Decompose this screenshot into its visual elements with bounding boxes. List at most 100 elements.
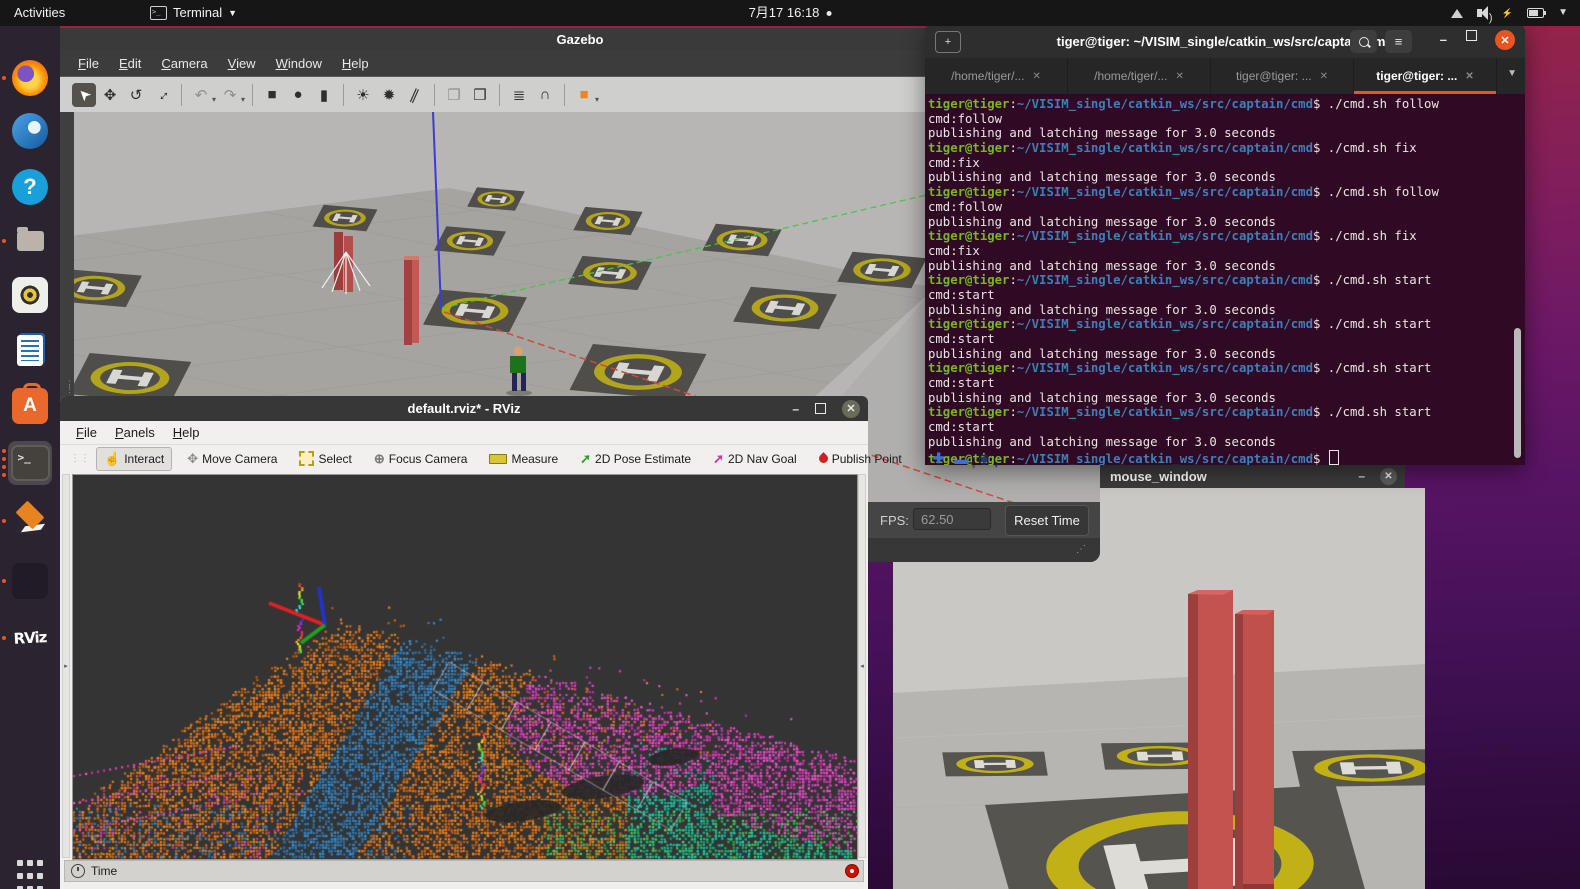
rviz-maximize-button[interactable] [815,403,826,414]
terminal-window: + tiger@tiger: ~/VISIM_single/catkin_ws/… [925,24,1525,465]
tool-2d-nav-goal[interactable]: ➚2D Nav Goal [706,448,804,470]
running-indicator [2,219,6,263]
rviz-title: default.rviz* - RViz [408,401,521,416]
paste-icon[interactable]: ❒ [468,83,492,107]
dock-item-terminal[interactable]: >_ [8,441,52,485]
dock-item-libreoffice-writer[interactable] [8,328,52,372]
translate-icon[interactable]: ✥ [98,83,122,107]
dock-item-gazebo[interactable] [8,499,52,543]
terminal-output-line: publishing and latching message for 3.0 … [928,170,1525,185]
tab-close-icon[interactable]: ✕ [1175,71,1183,82]
rviz-titlebar[interactable]: default.rviz* - RViz – ✕ [60,396,868,421]
scale-icon[interactable]: ↔ [150,83,174,107]
mouse-window-close-button[interactable]: ✕ [1380,468,1397,485]
tool-label: Focus Camera [389,452,468,466]
terminal-tab-1[interactable]: /home/tiger/...✕ [925,58,1068,94]
copy-icon[interactable]: ❐ [442,83,466,107]
terminal-scrollbar[interactable] [1514,328,1521,458]
time-panel-close-icon[interactable] [845,864,859,878]
dock-item-ubuntu-software[interactable]: A [8,384,52,428]
terminal-titlebar[interactable]: + tiger@tiger: ~/VISIM_single/catkin_ws/… [925,24,1525,58]
terminal-tab-2[interactable]: /home/tiger/...✕ [1068,58,1211,94]
search-button[interactable] [1350,30,1377,53]
camera-type-button[interactable]: ◉▾ [978,451,989,467]
view-angle-icon[interactable]: ■ [572,83,596,107]
directional-light-icon[interactable]: ∥ [403,83,427,107]
terminal-output[interactable]: tiger@tiger:~/VISIM_single/catkin_ws/src… [925,94,1525,465]
tool-select[interactable]: Select [292,448,358,469]
terminal-output-line: publishing and latching message for 3.0 … [928,347,1525,362]
gazebo-menu-file[interactable]: File [70,54,107,73]
tool-measure[interactable]: Measure [482,449,565,469]
terminal-prompt-line: tiger@tiger:~/VISIM_single/catkin_ws/src… [928,141,1525,156]
clock[interactable]: 7月17 16:18 [749,0,832,26]
tool-focus-camera[interactable]: ⊕Focus Camera [367,448,475,470]
terminal-tab-4[interactable]: tiger@tiger: ...✕ [1354,58,1497,94]
toolbar-handle[interactable]: ⋮⋮ [70,453,90,464]
terminal-close-button[interactable]: ✕ [1495,30,1515,50]
rviz-minimize-button[interactable]: – [792,402,799,416]
terminal-tab-3[interactable]: tiger@tiger: ...✕ [1211,58,1354,94]
align-icon[interactable]: ≣ [507,83,531,107]
terminal-minimize-button[interactable]: – [1440,32,1447,47]
cylinder-icon[interactable]: ▮ [312,83,336,107]
app-menu[interactable]: >_ Terminal ▼ [150,0,237,26]
tab-close-icon[interactable]: ✕ [1320,71,1328,82]
undo-icon-dropdown[interactable]: ▾ [212,95,216,104]
views-panel-collapse-handle[interactable]: ◂ [858,474,866,858]
new-tab-button[interactable]: + [935,31,961,53]
tab-close-icon[interactable]: ✕ [1465,71,1473,82]
terminal-output-line: cmd:start [928,332,1525,347]
time-panel-header[interactable]: Time [64,860,864,882]
rotate-icon[interactable]: ↺ [124,83,148,107]
terminal-maximize-button[interactable] [1466,30,1477,41]
gazebo-menu-edit[interactable]: Edit [111,54,149,73]
gazebo-menu-view[interactable]: View [220,54,264,73]
charging-icon: ⚡ [1502,0,1513,26]
spot-light-icon[interactable]: ✹ [377,83,401,107]
add-tool-button[interactable]: ✚ [933,450,945,467]
dock-item-firefox[interactable] [8,56,52,100]
rviz-menu-panels[interactable]: Panels [107,423,163,442]
dock: ? A >_ RViz [0,26,60,889]
redo-icon[interactable]: ↷ [218,83,242,107]
activities-button[interactable]: Activities [14,0,65,26]
terminal-prompt-line: tiger@tiger:~/VISIM_single/catkin_ws/src… [928,405,1525,420]
dock-item-thunderbird[interactable] [8,109,52,153]
displays-panel-collapse-handle[interactable]: ▸ [62,474,70,858]
sphere-icon[interactable]: ● [286,83,310,107]
resize-grip-icon[interactable]: ⋰ [1076,544,1086,555]
remove-tool-button[interactable]: ▬▾ [954,451,968,467]
gazebo-menu-help[interactable]: Help [334,54,377,73]
mouse-window-minimize-button[interactable]: – [1358,469,1365,483]
rviz-3d-viewport[interactable] [72,474,858,860]
tool-publish-point[interactable]: Publish Point [812,449,909,469]
rviz-menu-file[interactable]: File [68,423,105,442]
tool-move-camera[interactable]: ✥Move Camera [180,448,284,470]
tool-2d-pose-estimate[interactable]: ➚2D Pose Estimate [573,448,698,470]
mouse-window-titlebar[interactable]: mouse_window – ✕ [1100,464,1405,488]
gazebo-menu-camera[interactable]: Camera [153,54,215,73]
undo-icon[interactable]: ↶ [189,83,213,107]
show-applications-button[interactable] [8,854,52,889]
dock-item-rhythmbox[interactable] [8,273,52,317]
redo-icon-dropdown[interactable]: ▾ [241,95,245,104]
select-arrow-icon[interactable]: ➤ [72,83,96,107]
snap-icon[interactable]: ∩ [533,83,557,107]
tab-list-dropdown-icon[interactable]: ▼ [1507,68,1517,79]
box-icon[interactable]: ■ [260,83,284,107]
point-light-icon[interactable]: ☀ [351,83,375,107]
reset-time-button[interactable]: Reset Time [1005,505,1089,536]
view-angle-icon-dropdown[interactable]: ▾ [595,95,599,104]
rviz-menu-help[interactable]: Help [165,423,208,442]
dock-item-files[interactable] [8,219,52,263]
dock-item-rviz[interactable]: RViz [8,616,52,660]
tab-close-icon[interactable]: ✕ [1032,71,1040,82]
menu-button[interactable]: ≡ [1385,30,1412,53]
dock-item-unknown-app[interactable] [8,559,52,603]
rviz-close-button[interactable]: ✕ [842,400,860,418]
tool-interact[interactable]: ☝Interact [96,447,172,471]
dock-item-help[interactable]: ? [8,165,52,209]
gazebo-menu-window[interactable]: Window [268,54,330,73]
system-status-area[interactable]: ? ⚡ ▼ [1451,0,1568,26]
